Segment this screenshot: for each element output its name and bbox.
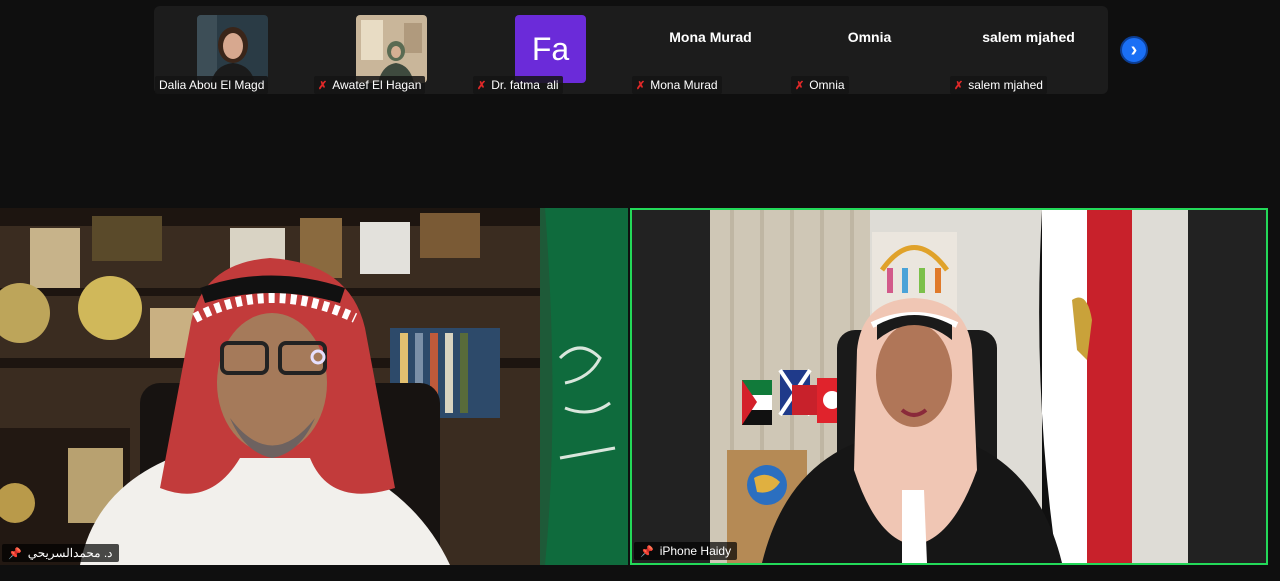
participant-label: ✗ salem mjahed	[950, 76, 1047, 94]
participant-name-tag: 📌 iPhone Haidy	[634, 542, 738, 560]
participant-name-display: Omnia	[847, 29, 892, 45]
participant-video	[356, 15, 427, 83]
pin-icon: 📌	[8, 547, 22, 560]
mic-muted-icon: ✗	[318, 79, 328, 92]
chevron-right-icon: ›	[1130, 39, 1138, 61]
participant-name-tag: 📌 د. محمدالسريحي	[2, 544, 119, 562]
participant-label: ✗ Omnia	[791, 76, 849, 94]
video-frame	[0, 208, 628, 565]
participant-label: ✗ Mona Murad	[632, 76, 722, 94]
mic-muted-icon: ✗	[954, 79, 964, 92]
participant-label: ✗ Dr. fatma ali	[473, 76, 563, 94]
participant-name-display: salem mjahed	[982, 29, 1075, 45]
participant-tile[interactable]: Dalia Abou El Magd	[154, 6, 313, 94]
video-frame	[632, 210, 1266, 563]
participant-tile[interactable]: Fa ✗ Dr. fatma ali	[472, 6, 631, 94]
main-video-right[interactable]: 📌 iPhone Haidy	[630, 208, 1268, 565]
mic-muted-icon: ✗	[795, 79, 805, 92]
participant-label: ✗ Awatef El Hagan	[314, 76, 426, 94]
participant-tile[interactable]: salem mjahed ✗ salem mjahed	[949, 6, 1108, 94]
participant-tile[interactable]: ✗ Awatef El Hagan	[313, 6, 472, 94]
mic-muted-icon: ✗	[636, 79, 646, 92]
initials-avatar: Fa	[515, 15, 586, 83]
participant-tile[interactable]: Mona Murad ✗ Mona Murad	[631, 6, 790, 94]
mic-muted-icon: ✗	[477, 79, 487, 92]
pin-icon: 📌	[640, 545, 654, 558]
participant-name-display: Mona Murad	[669, 29, 752, 45]
participant-label: Dalia Abou El Magd	[155, 76, 269, 94]
participant-video	[197, 15, 268, 83]
participant-strip: Dalia Abou El Magd ✗ Awatef El Hagan Fa …	[154, 6, 1108, 94]
next-page-button[interactable]: ›	[1120, 36, 1148, 64]
participant-tile[interactable]: Omnia ✗ Omnia	[790, 6, 949, 94]
main-video-left[interactable]: 📌 د. محمدالسريحي	[0, 208, 628, 565]
